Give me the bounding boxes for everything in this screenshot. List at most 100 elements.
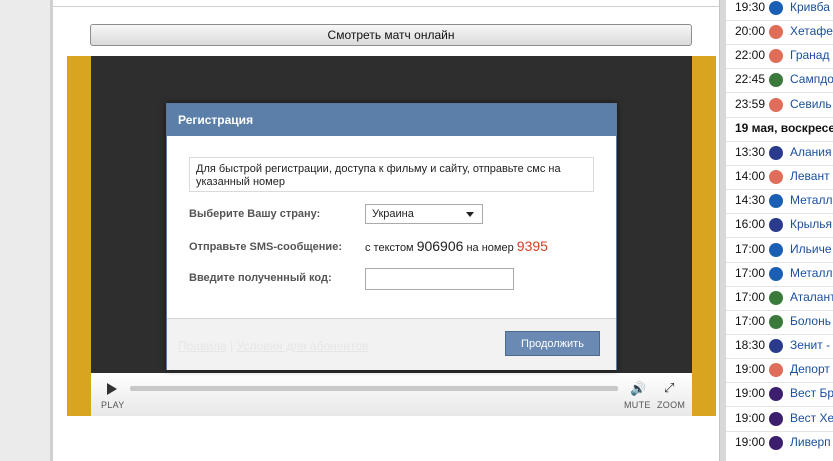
row-divider bbox=[726, 286, 833, 287]
country-select-value: Украина bbox=[372, 208, 414, 220]
registration-dialog: Регистрация Для быстрой регистрации, дос… bbox=[166, 103, 617, 370]
left-gutter bbox=[0, 0, 52, 461]
schedule-row[interactable]: 13:30 Алания bbox=[726, 143, 833, 167]
row-divider bbox=[726, 165, 833, 166]
schedule-row[interactable]: 17:00 Аталанта bbox=[726, 288, 833, 312]
match-time: 22:00 bbox=[735, 48, 766, 62]
laliga-icon bbox=[769, 25, 783, 39]
match-time: 17:00 bbox=[735, 266, 766, 280]
match-time: 14:00 bbox=[735, 169, 766, 183]
ball-icon bbox=[769, 73, 783, 87]
row-divider bbox=[726, 431, 833, 432]
match-teams-link[interactable]: Ливерп bbox=[790, 435, 831, 449]
schedule-row[interactable]: 19:30 Кривба bbox=[726, 0, 833, 22]
terms-link[interactable]: Условия для абонентов bbox=[237, 339, 369, 353]
epl-icon bbox=[769, 412, 783, 426]
laliga-icon bbox=[769, 170, 783, 184]
play-icon[interactable] bbox=[107, 383, 117, 395]
match-time: 17:00 bbox=[735, 242, 766, 256]
match-teams-link[interactable]: Кривба bbox=[790, 0, 830, 14]
schedule-row[interactable]: 18:30 Зенит - bbox=[726, 336, 833, 360]
schedule-row[interactable]: 22:00 Гранад bbox=[726, 46, 833, 70]
match-time: 19:00 bbox=[735, 386, 766, 400]
match-time: 19:00 bbox=[735, 411, 766, 425]
zoom-icon[interactable]: ⤢ bbox=[664, 380, 674, 396]
right-border bbox=[719, 0, 726, 461]
country-select[interactable]: Украина bbox=[365, 204, 483, 224]
schedule-row[interactable]: 23:59 Севиль bbox=[726, 95, 833, 119]
rules-link[interactable]: Правила bbox=[178, 339, 227, 353]
row-divider bbox=[726, 20, 833, 21]
link-separator: | bbox=[230, 339, 234, 353]
ball-icon bbox=[769, 194, 783, 208]
continue-button[interactable]: Продолжить bbox=[505, 331, 600, 356]
chevron-down-icon bbox=[466, 212, 474, 217]
match-teams-link[interactable]: Хетафе bbox=[790, 24, 833, 38]
row-divider bbox=[726, 68, 833, 69]
match-time: 16:00 bbox=[735, 217, 766, 231]
laliga-icon bbox=[769, 363, 783, 377]
match-teams-link[interactable]: Вест Бр bbox=[790, 386, 833, 400]
schedule-row[interactable]: 19:00 Вест Бр bbox=[726, 384, 833, 408]
match-teams-link[interactable]: Зенит - bbox=[790, 338, 830, 352]
seriea-icon bbox=[769, 291, 783, 305]
schedule-row[interactable]: 17:00 Ильиче bbox=[726, 240, 833, 264]
match-time: 14:30 bbox=[735, 193, 766, 207]
match-teams-link[interactable]: Металл bbox=[790, 266, 832, 280]
row-divider bbox=[726, 189, 833, 190]
sms-prefix: с текстом bbox=[365, 242, 414, 254]
match-teams-link[interactable]: Сампдо bbox=[790, 72, 833, 86]
play-label: PLAY bbox=[101, 400, 125, 410]
seek-bar[interactable] bbox=[130, 386, 618, 391]
ball-icon bbox=[769, 243, 783, 257]
match-time: 19:30 bbox=[735, 0, 766, 14]
row-divider bbox=[726, 213, 833, 214]
schedule-row[interactable]: 19:00 Вест Хе bbox=[726, 409, 833, 433]
speaker-icon[interactable]: 🔊 bbox=[630, 381, 646, 397]
schedule-row[interactable]: 16:00 Крылья bbox=[726, 215, 833, 239]
match-teams-link[interactable]: Депорт bbox=[790, 362, 830, 376]
row-divider bbox=[726, 141, 833, 142]
row-divider bbox=[726, 262, 833, 263]
schedule-row[interactable]: 19:00 Депорт bbox=[726, 360, 833, 384]
schedule-row[interactable]: 17:00 Болонь bbox=[726, 312, 833, 336]
rfpl-icon bbox=[769, 339, 783, 353]
match-time: 20:00 bbox=[735, 24, 766, 38]
match-teams-link[interactable]: Алания bbox=[790, 145, 832, 159]
watch-match-button[interactable]: Смотреть матч онлайн bbox=[90, 24, 692, 46]
code-input[interactable] bbox=[365, 268, 514, 290]
schedule-row[interactable]: 22:45 Сампдо bbox=[726, 70, 833, 94]
ball-icon bbox=[769, 1, 783, 15]
top-strip bbox=[53, 0, 719, 7]
match-teams-link[interactable]: Металл bbox=[790, 193, 832, 207]
match-teams-link[interactable]: Ильиче bbox=[790, 242, 832, 256]
match-teams-link[interactable]: Вест Хе bbox=[790, 411, 833, 425]
schedule-date: 19 мая, воскресе bbox=[735, 121, 833, 135]
schedule-row[interactable]: 19:00 Ливерп bbox=[726, 433, 833, 457]
match-time: 19:00 bbox=[735, 362, 766, 376]
match-teams-link[interactable]: Крылья bbox=[790, 217, 832, 231]
schedule-date-header: 19 мая, воскресе bbox=[726, 119, 833, 143]
rfpl-icon bbox=[769, 218, 783, 232]
match-teams-link[interactable]: Севиль bbox=[790, 97, 832, 111]
seriea-icon bbox=[769, 315, 783, 329]
code-label: Введите полученный код: bbox=[189, 272, 332, 284]
row-divider bbox=[726, 358, 833, 359]
match-teams-link[interactable]: Болонь bbox=[790, 314, 831, 328]
schedule-row[interactable]: 14:30 Металл bbox=[726, 191, 833, 215]
sms-mid: на номер bbox=[466, 242, 514, 254]
schedule-row[interactable]: 17:00 Металл bbox=[726, 264, 833, 288]
epl-icon bbox=[769, 387, 783, 401]
dialog-footer: Правила | Условия для абонентов Продолжи… bbox=[167, 318, 616, 370]
row-divider bbox=[726, 92, 833, 93]
schedule-row[interactable]: 20:00 Хетафе bbox=[726, 22, 833, 46]
sms-label: Отправьте SMS-сообщение: bbox=[189, 241, 342, 253]
match-teams-link[interactable]: Гранад bbox=[790, 48, 829, 62]
laliga-icon bbox=[769, 49, 783, 63]
schedule-row[interactable]: 14:00 Левант bbox=[726, 167, 833, 191]
match-teams-link[interactable]: Левант bbox=[790, 169, 830, 183]
match-schedule-sidebar: 19:30 Кривба 20:00 Хетафе 22:00 Гранад 22:45 Са… bbox=[726, 0, 833, 461]
player-controls: PLAY 🔊 MUTE ⤢ ZOOM bbox=[91, 373, 692, 416]
match-teams-link[interactable]: Аталанта bbox=[790, 290, 833, 304]
match-time: 18:30 bbox=[735, 338, 766, 352]
